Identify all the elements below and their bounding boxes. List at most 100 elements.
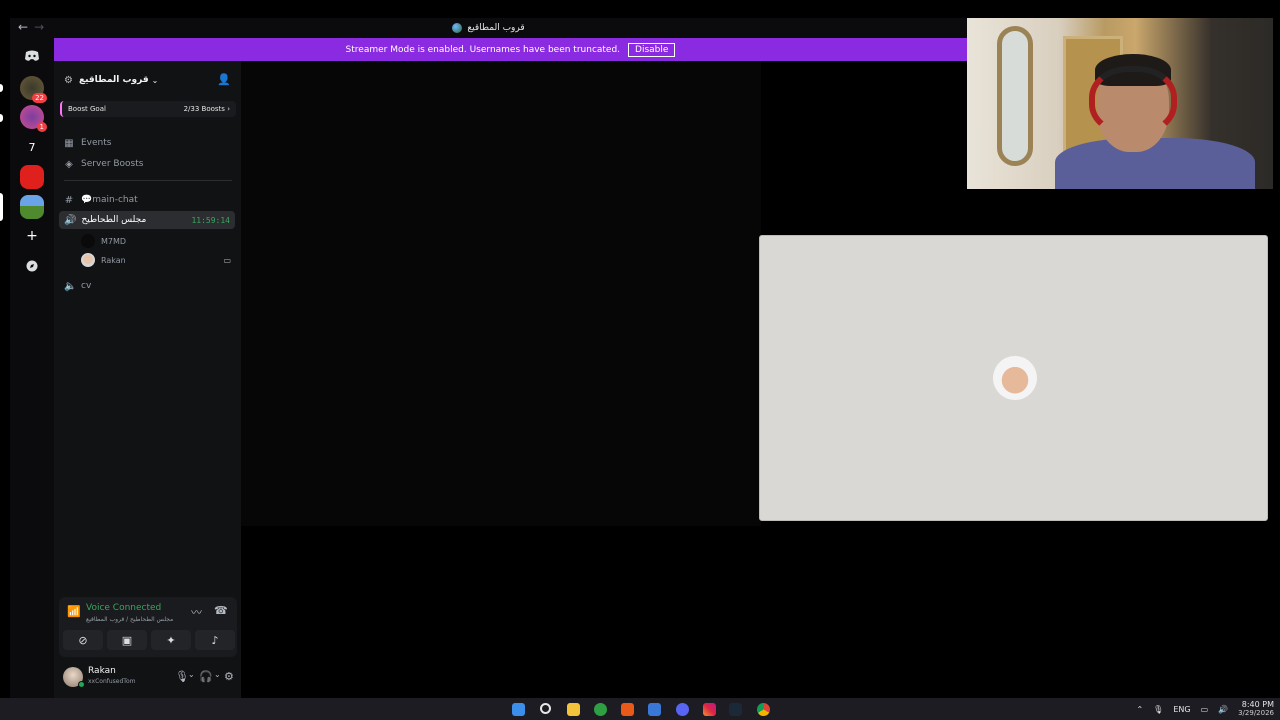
channel-sidebar: ⚙ قروب المطاقيع ⌄ 👤 Boost Goal 2/33 Boos… (54, 61, 241, 698)
chevron-down-icon[interactable]: ⌄ (188, 670, 195, 679)
voice-channel-active[interactable]: 🔊 مجلس الطحاطيح 11:59:14 (59, 211, 235, 229)
system-tray: ⌃ 🎙 ENG ▭ 🔊 8:40 PM 3/29/2026 (1136, 698, 1280, 720)
add-server-icon[interactable]: + (20, 224, 44, 248)
stage-background (241, 61, 761, 526)
server-header[interactable]: ⚙ قروب المطاقيع ⌄ 👤 (54, 67, 241, 93)
mention-badge: 1 (36, 122, 47, 132)
mention-badge: 22 (32, 93, 47, 103)
invite-people-icon[interactable]: 👤 (217, 73, 231, 86)
clock-date: 3/29/2026 (1238, 709, 1274, 717)
forward-arrow-icon[interactable]: → (34, 20, 50, 34)
server-boosts-label: Server Boosts (81, 159, 144, 169)
voice-channel-label: مجلس الطحاطيح (81, 215, 147, 225)
speaker-icon: 🔈 (64, 280, 77, 292)
events-label: Events (81, 138, 112, 148)
sidebar-divider (64, 180, 232, 181)
webcam-headset (1089, 66, 1177, 136)
network-icon[interactable]: ▭ (1201, 705, 1209, 714)
member-name: M7MD (101, 236, 127, 246)
speaker-icon: 🔊 (64, 214, 77, 226)
file-explorer-icon[interactable] (567, 703, 580, 716)
disable-button[interactable]: Disable (628, 42, 676, 57)
voice-status[interactable]: Voice Connected (86, 603, 161, 613)
settings-gear-icon[interactable]: ⚙ (224, 670, 234, 683)
chevron-down-icon[interactable]: ⌄ (214, 670, 221, 679)
boost-goal-progress-group: 2/33 Boosts › (184, 105, 230, 113)
guild-red-icon[interactable] (20, 165, 44, 189)
language-indicator[interactable]: ENG (1173, 705, 1190, 714)
events-item[interactable]: ▦ Events (64, 134, 111, 152)
server-icon (452, 23, 463, 33)
streaming-icon: ▭ (223, 255, 231, 265)
window-title-group: قروب المطاقيع (452, 23, 525, 33)
boost-goal-label: Boost Goal (68, 105, 106, 113)
text-channel-main-chat[interactable]: # 💬main-chat (64, 191, 138, 209)
window-titlebar: ←→ قروب المطاقيع (10, 18, 967, 38)
unread-pill (0, 114, 3, 122)
volume-icon[interactable]: 🔊 (1218, 705, 1228, 714)
voice-member[interactable]: Rakan ▭ (81, 252, 231, 268)
xbox-icon[interactable] (594, 703, 607, 716)
chevron-down-icon: ⌄ (151, 75, 159, 85)
guild-avatar-icon[interactable]: 22 (20, 76, 47, 103)
guild-landscape-icon[interactable] (20, 195, 44, 219)
disconnect-icon[interactable]: ☎ (214, 604, 228, 617)
history-nav: ←→ (18, 20, 50, 34)
participant-tile[interactable] (759, 235, 1268, 521)
unread-pill (0, 84, 3, 92)
username[interactable]: Rakan (88, 666, 116, 676)
camera-off-button[interactable]: ⊘ (63, 630, 103, 650)
guild-tiktok-icon[interactable]: 1 (20, 105, 47, 132)
clock-time: 8:40 PM (1241, 700, 1274, 709)
voice-timer: 11:59:14 (191, 215, 230, 225)
webcam-mirror (997, 26, 1033, 166)
window-title: قروب المطاقيع (467, 23, 525, 33)
discord-home-icon[interactable] (20, 44, 44, 68)
guild-text-icon[interactable]: 7 (20, 135, 44, 159)
channel-label: cv (81, 281, 92, 291)
chrome-icon[interactable] (757, 703, 770, 716)
search-icon[interactable] (540, 703, 551, 714)
streamer-mode-banner: Streamer Mode is enabled. Usernames have… (54, 38, 967, 61)
voice-location[interactable]: مجلس الطحاطيح / قروب المطاقيع (86, 616, 173, 623)
discover-compass-icon[interactable] (20, 254, 44, 278)
microphone-tray-icon[interactable]: 🎙 (1153, 705, 1163, 714)
boost-goal-bar[interactable]: Boost Goal 2/33 Boosts › (60, 101, 236, 117)
guild-rail: 22 1 7 + (0, 38, 54, 698)
avatar (81, 253, 95, 267)
screen-share-button[interactable]: ▣ (107, 630, 147, 650)
webcam-overlay (967, 18, 1273, 189)
clock[interactable]: 8:40 PM 3/29/2026 (1238, 700, 1274, 718)
chevron-up-icon[interactable]: ⌃ (1136, 705, 1143, 714)
voice-channel-cv[interactable]: 🔈 cv (64, 277, 91, 295)
windows-taskbar: ⌃ 🎙 ENG ▭ 🔊 8:40 PM 3/29/2026 (0, 698, 1280, 720)
headphones-icon[interactable]: 🎧 (199, 670, 213, 683)
microphone-icon[interactable]: 🎙 (175, 670, 189, 683)
custom-status: xxConfusedTom (88, 678, 136, 685)
voice-connected-panel: 📶 Voice Connected مجلس الطحاطيح / قروب ا… (59, 597, 237, 657)
participant-avatar (993, 356, 1037, 400)
server-name: قروب المطاقيع (78, 75, 149, 85)
brave-browser-icon[interactable] (621, 703, 634, 716)
store-icon[interactable] (648, 703, 661, 716)
channel-label: 💬main-chat (81, 195, 138, 205)
noise-suppression-icon[interactable]: 〰 (191, 604, 202, 620)
banner-message: Streamer Mode is enabled. Usernames have… (345, 44, 621, 55)
selected-pill (0, 193, 3, 221)
boost-goal-value: 2/33 Boosts (183, 105, 225, 113)
windows-start-icon[interactable] (512, 703, 525, 716)
instagram-icon[interactable] (703, 703, 716, 716)
steam-icon[interactable] (729, 703, 742, 716)
soundboard-button[interactable]: ♪ (195, 630, 235, 650)
boost-gem-icon: ◈ (65, 158, 73, 170)
signal-icon: 📶 (67, 605, 81, 618)
activities-button[interactable]: ✦ (151, 630, 191, 650)
avatar (81, 234, 95, 248)
user-panel: Rakan xxConfusedTom 🎙 ⌄ 🎧 ⌄ ⚙ (59, 659, 237, 695)
server-boosts-item[interactable]: ◈ Server Boosts (64, 155, 143, 173)
discord-taskbar-icon[interactable] (676, 703, 689, 716)
back-arrow-icon[interactable]: ← (18, 20, 34, 34)
voice-member[interactable]: M7MD (81, 233, 126, 249)
hashtag-icon: # (64, 194, 74, 206)
chevron-right-icon: › (227, 105, 230, 113)
